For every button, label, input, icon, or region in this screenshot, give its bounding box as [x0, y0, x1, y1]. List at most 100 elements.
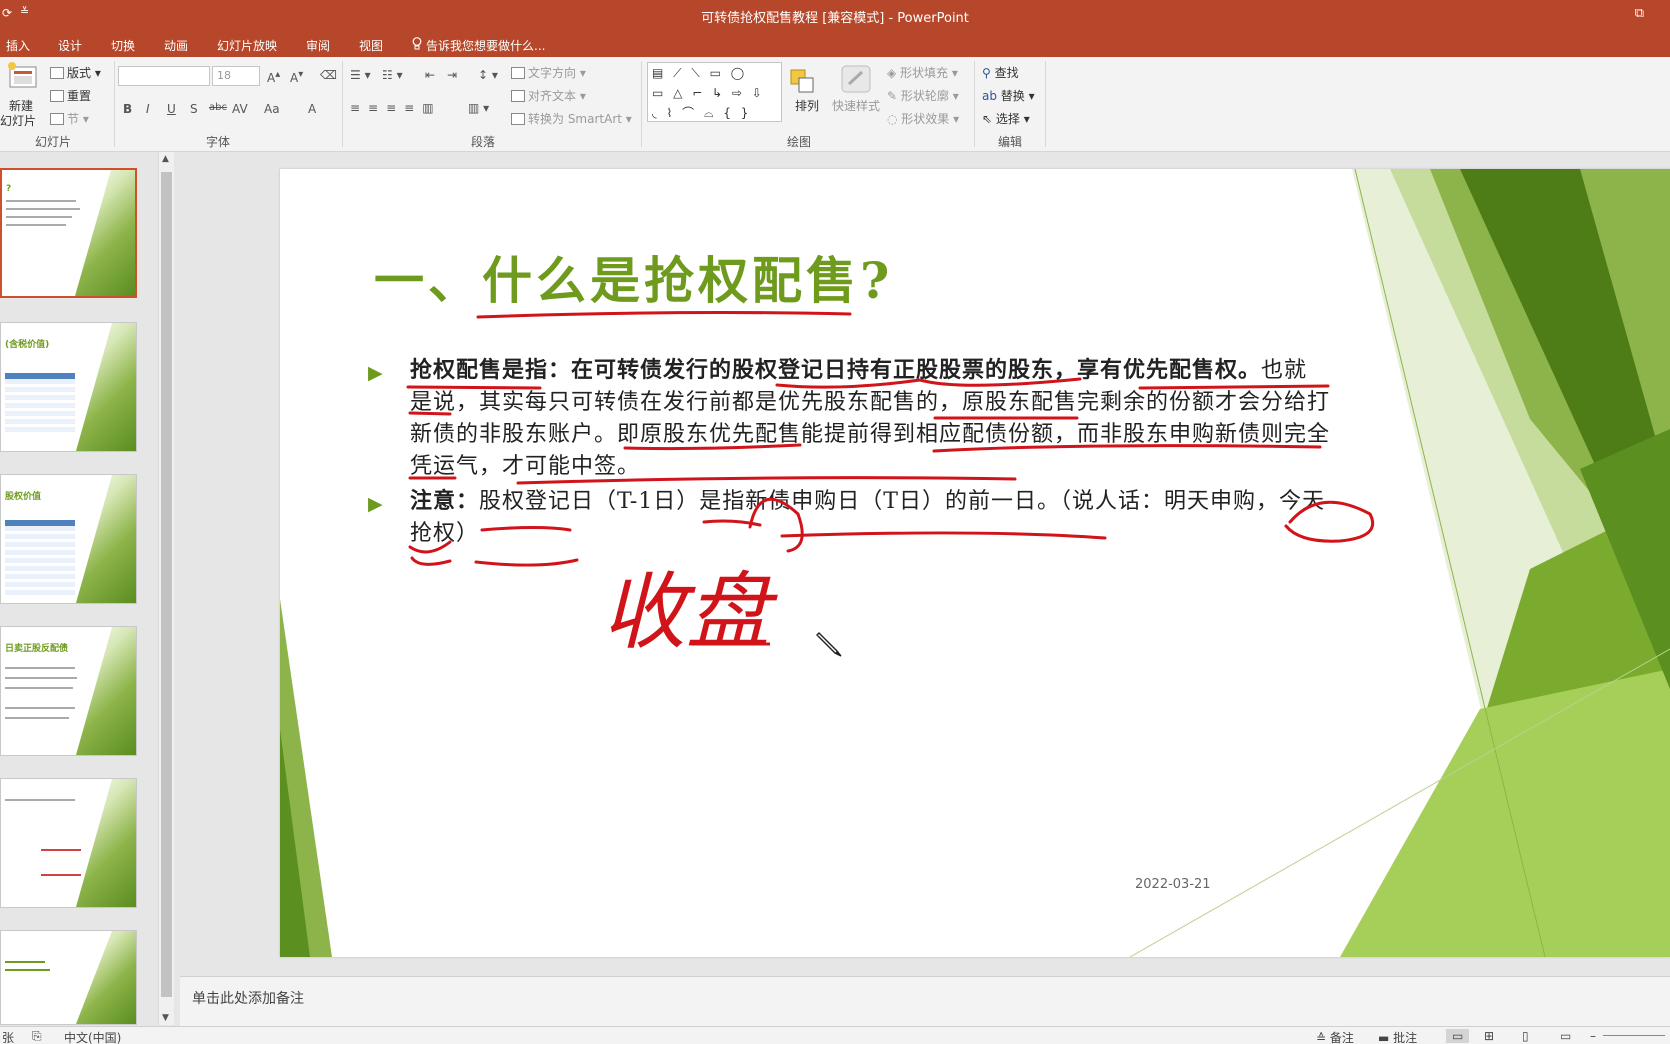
scroll-down-icon[interactable]: ▼ [162, 1013, 169, 1023]
tab-insert[interactable]: 插入 [6, 37, 30, 54]
font-name-combo[interactable] [118, 66, 210, 86]
find-button[interactable]: ⚲ 查找 [982, 64, 1019, 81]
tab-slideshow[interactable]: 幻灯片放映 [217, 37, 277, 54]
spell-check-icon[interactable]: ⎘ [32, 1029, 42, 1044]
text-direction-icon [511, 67, 525, 79]
text-direction-button[interactable]: 文字方向 ▾ [511, 64, 586, 81]
italic-button[interactable]: I [146, 102, 150, 116]
zoom-out-icon[interactable]: – [1590, 1029, 1596, 1043]
select-button[interactable]: ⇖ 选择 ▾ [982, 110, 1030, 127]
pen-cursor-icon [815, 629, 845, 659]
layout-icon [50, 67, 64, 79]
shapes-gallery[interactable]: ▤ ⟋ ⟍ ▭ ◯ ▭ △ ⌐ ↳ ⇨ ⇩ ◟ ⌇ ⌒ ⌓ { } [647, 62, 782, 122]
tell-me-search[interactable]: 告诉我您想要做什么... [412, 37, 545, 54]
smartart-button[interactable]: 转换为 SmartArt ▾ [511, 110, 632, 127]
group-divider [974, 61, 975, 147]
thumbnail-decoration [75, 170, 135, 296]
ink-underline-subscription-day [780, 531, 1107, 540]
ribbon-display-options-icon[interactable]: ⧉ [1635, 6, 1644, 21]
slide-thumbnail[interactable]: (含税价值) [0, 322, 137, 452]
reset-button[interactable]: 重置 [50, 87, 91, 104]
thumbnail-text-line [6, 200, 76, 202]
slide-thumbnail[interactable]: 股权价值 [0, 474, 137, 604]
thumbnail-decoration [76, 931, 136, 1024]
slide-thumbnail[interactable] [0, 778, 137, 908]
comments-toggle-button[interactable]: ▬ 批注 [1378, 1029, 1417, 1044]
arrange-icon[interactable] [788, 67, 818, 97]
tab-transitions[interactable]: 切换 [111, 37, 135, 54]
tab-design[interactable]: 设计 [58, 37, 82, 54]
notes-toggle-button[interactable]: ≙ 备注 [1316, 1029, 1354, 1044]
columns-icon[interactable]: ▥ ▾ [468, 101, 489, 115]
slide-canvas[interactable]: 一、什么是抢权配售? ▶ 抢权配售是指：在可转债发行的股权登记日持有正股股票的股… [280, 169, 1670, 957]
thumbnail-decoration [76, 323, 136, 451]
new-slide-icon[interactable] [6, 61, 42, 91]
slideshow-icon[interactable]: ▭ [1560, 1029, 1571, 1043]
arrange-label[interactable]: 排列 [795, 97, 819, 114]
shadow-button[interactable]: S [190, 102, 198, 116]
section-button[interactable]: 节 ▾ [50, 110, 89, 127]
shrink-font-icon[interactable]: A▾ [290, 69, 303, 85]
scrollbar-thumb[interactable] [161, 172, 172, 997]
tab-animations[interactable]: 动画 [164, 37, 188, 54]
zoom-slider[interactable] [1603, 1035, 1665, 1036]
font-size-combo[interactable]: 18 [212, 66, 260, 86]
thumbnail-text-line [6, 216, 72, 218]
ink-annotations: 收盘 [406, 311, 1375, 661]
change-case-button[interactable]: Aa [264, 102, 280, 116]
increase-indent-icon[interactable]: ⇥ [447, 68, 457, 82]
line-spacing-icon[interactable]: ↕ ▾ [478, 68, 498, 82]
notes-pane[interactable]: 单击此处添加备注 [180, 976, 1670, 1026]
alignment-icons[interactable]: ≡≡≡≡▥ [350, 101, 442, 115]
quick-styles-icon[interactable] [840, 64, 872, 97]
bold-button[interactable]: B [123, 102, 132, 116]
char-spacing-button[interactable]: AV [232, 102, 248, 116]
normal-view-icon[interactable]: ▭ [1446, 1029, 1470, 1043]
tab-view[interactable]: 视图 [359, 37, 383, 54]
slide-thumbnail[interactable]: 日卖正股反配债 [0, 626, 137, 756]
smartart-icon [511, 113, 525, 125]
notes-placeholder[interactable]: 单击此处添加备注 [192, 988, 304, 1008]
replace-button[interactable]: ab 替换 ▾ [982, 87, 1035, 104]
thumbnail-text-line [41, 874, 81, 876]
numbering-icon[interactable]: ☷ ▾ [382, 68, 403, 82]
section-icon [50, 113, 64, 125]
thumbnail-title: 股权价值 [5, 492, 42, 502]
decrease-indent-icon[interactable]: ⇤ [425, 68, 435, 82]
scroll-up-icon[interactable]: ▲ [162, 154, 169, 164]
underline-button[interactable]: U [167, 102, 176, 116]
align-text-button[interactable]: 对齐文本 ▾ [511, 87, 586, 104]
bullets-icon[interactable]: ☰ ▾ [350, 68, 371, 82]
new-slide-label-2[interactable]: 幻灯片 [0, 112, 36, 129]
thumbnail-text-line [5, 717, 69, 719]
reading-view-icon[interactable]: ▯ [1522, 1029, 1529, 1043]
layout-button[interactable]: 版式 ▾ [50, 64, 101, 81]
strikethrough-button[interactable]: abc [209, 102, 227, 113]
tab-review[interactable]: 审阅 [306, 37, 330, 54]
thumbnail-text-line [6, 224, 66, 226]
quick-styles-label[interactable]: 快速样式 [832, 97, 880, 114]
thumbnail-title: ? [6, 184, 12, 194]
language-indicator[interactable]: 中文(中国) [64, 1029, 121, 1044]
thumbnail-text-line [41, 849, 81, 851]
clear-format-icon[interactable]: ⌫ [320, 68, 337, 82]
lightbulb-icon [412, 37, 422, 53]
thumbnail-text-line [5, 667, 75, 669]
slides-group-label: 幻灯片 [35, 135, 72, 149]
slide-thumbnail[interactable] [0, 930, 137, 1025]
shape-effects-button[interactable]: ◌ 形状效果 ▾ [887, 110, 959, 127]
shape-outline-button[interactable]: ✎ 形状轮廓 ▾ [887, 87, 959, 104]
shape-fill-button[interactable]: ◈ 形状填充 ▾ [887, 64, 958, 81]
slide-sorter-icon[interactable]: ⊞ [1484, 1029, 1494, 1043]
paint-bucket-icon: ◈ [887, 66, 901, 80]
window-title: 可转债抢权配售教程 [兼容模式] - PowerPoint [701, 11, 969, 26]
font-color-button[interactable]: A [308, 102, 316, 116]
effects-icon: ◌ [887, 112, 902, 126]
font-group-label: 字体 [206, 135, 231, 149]
slide-thumbnail[interactable]: ? [0, 168, 137, 298]
grow-font-icon[interactable]: A▴ [267, 69, 280, 85]
reset-icon [50, 90, 64, 102]
thumbnail-text-line [5, 799, 75, 801]
thumbnails-scrollbar[interactable]: ▲ ▼ [158, 152, 174, 1025]
group-divider [114, 61, 115, 147]
